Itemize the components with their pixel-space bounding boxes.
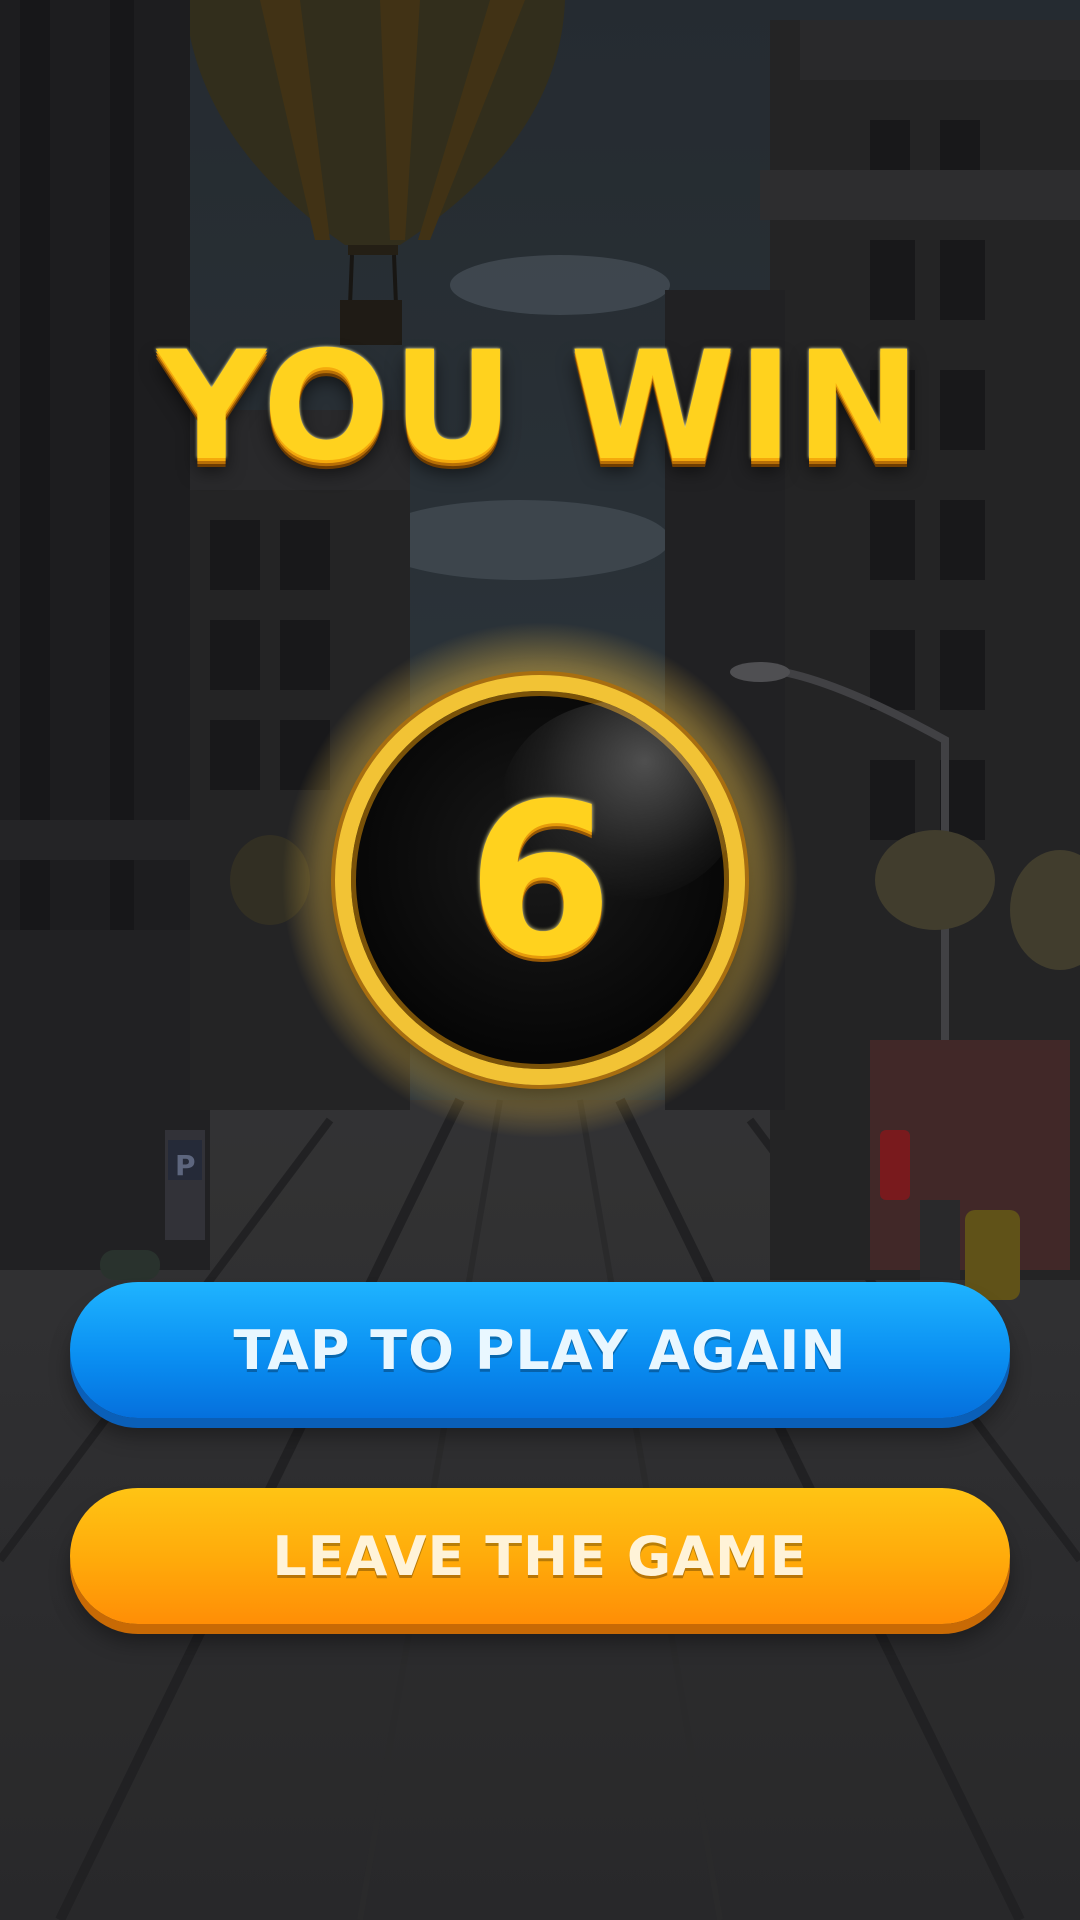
leave-game-label: LEAVE THE GAME: [272, 1524, 808, 1588]
result-title: YOU WIN: [157, 320, 923, 494]
leave-game-button[interactable]: LEAVE THE GAME: [70, 1488, 1010, 1624]
play-again-label: TAP TO PLAY AGAIN: [233, 1318, 847, 1382]
game-over-screen: P YOU WIN 6 TAP TO PLAY AGAIN LEAVE THE …: [0, 0, 1080, 1920]
score-value: 6: [466, 757, 614, 1003]
play-again-button[interactable]: TAP TO PLAY AGAIN: [70, 1282, 1010, 1418]
score-badge: 6: [280, 620, 800, 1140]
score-disc: 6: [335, 675, 745, 1085]
